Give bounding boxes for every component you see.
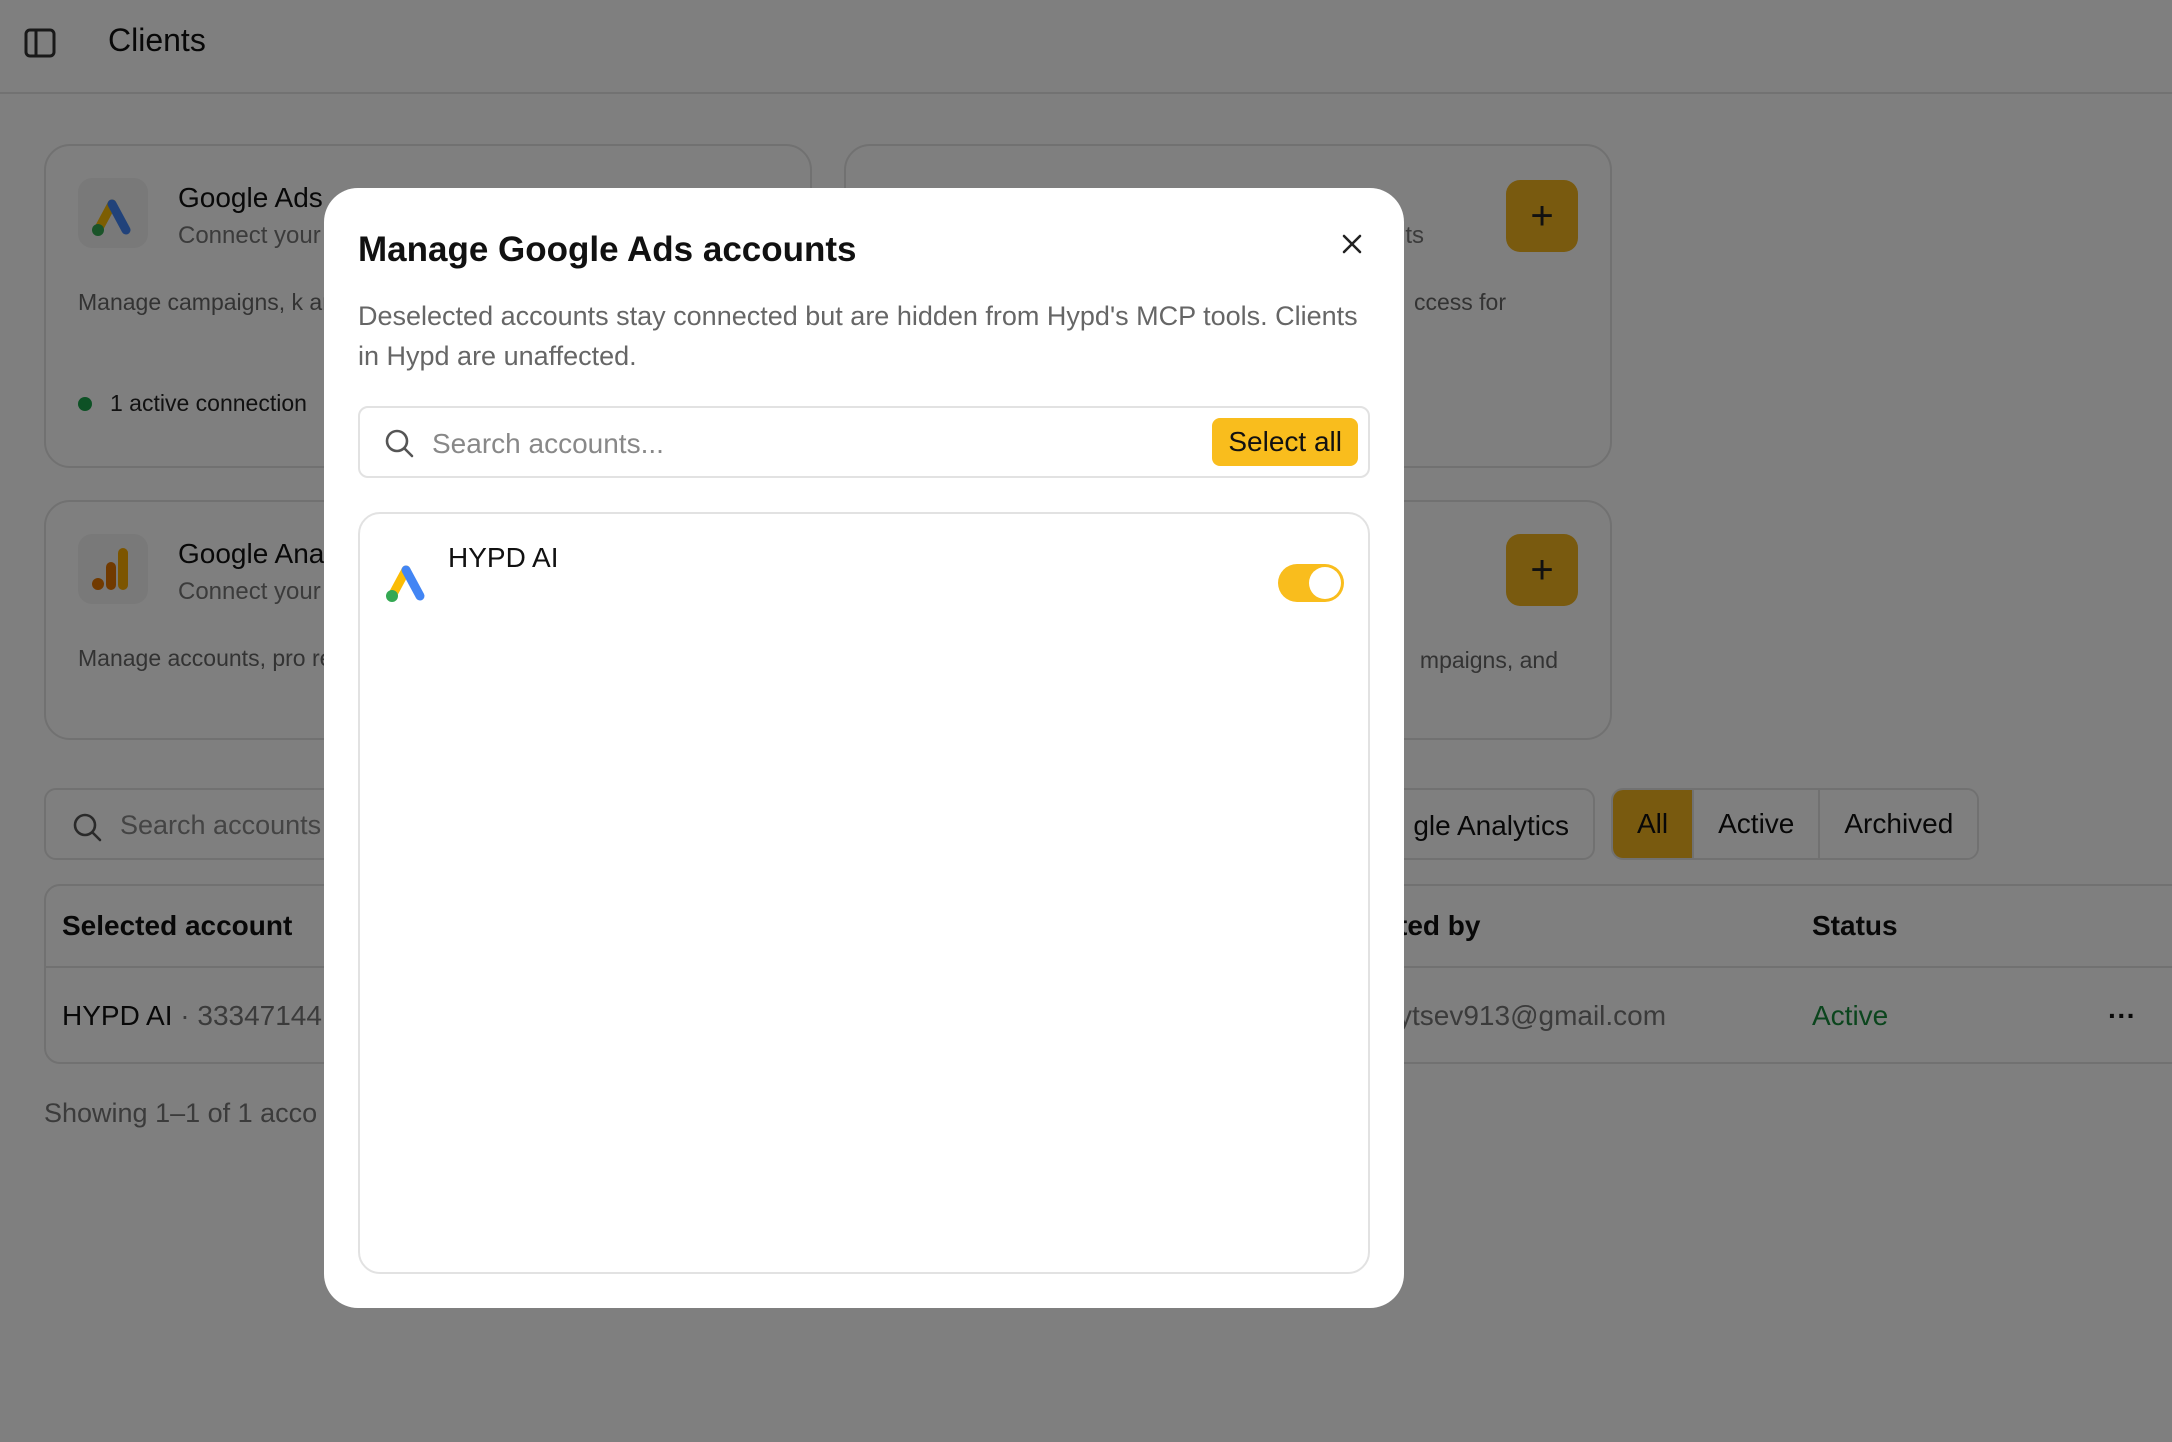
manage-accounts-dialog: Manage Google Ads accounts Deselected ac… xyxy=(324,188,1404,1308)
search-placeholder: Search accounts... xyxy=(432,428,664,459)
close-icon[interactable] xyxy=(1334,226,1370,262)
dialog-description: Deselected accounts stay connected but a… xyxy=(358,301,1358,371)
account-visibility-toggle[interactable] xyxy=(1278,564,1344,602)
accounts-list: HYPD AI xyxy=(358,512,1370,1274)
list-item[interactable]: HYPD AI xyxy=(360,514,1368,624)
toggle-knob xyxy=(1309,567,1341,599)
search-icon xyxy=(384,428,414,463)
account-name: HYPD AI xyxy=(448,542,559,573)
dialog-search-input[interactable]: Search accounts... Select all xyxy=(358,406,1370,478)
select-all-button[interactable]: Select all xyxy=(1212,418,1358,466)
google-ads-icon xyxy=(382,558,434,611)
dialog-title: Manage Google Ads accounts xyxy=(358,230,857,269)
